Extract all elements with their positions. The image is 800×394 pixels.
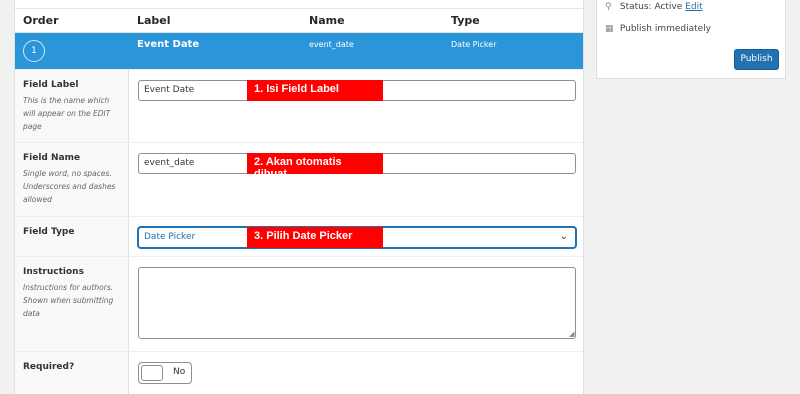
instructions-heading: Instructions [23, 267, 84, 277]
setting-label-column: Field Label This is the name which will … [15, 70, 129, 142]
setting-label-column: Required? [15, 352, 129, 394]
field-name-description: Single word, no spaces. Underscores and … [23, 169, 116, 204]
field-type-value: Date Picker [144, 232, 196, 242]
setting-label-column: Field Name Single word, no spaces. Under… [15, 143, 129, 216]
fields-table-header: Order Label Name Type [15, 8, 583, 33]
field-label-description: This is the name which will appear on th… [23, 96, 111, 131]
setting-required: Required? [15, 351, 583, 394]
column-type: Type [451, 14, 480, 27]
field-row-type: Date Picker [451, 40, 497, 49]
field-row-name: event_date [309, 40, 354, 49]
instructions-textarea[interactable] [138, 267, 576, 339]
publish-status: ⚲ Status: Active Edit [605, 2, 703, 12]
publish-box: ⚲ Status: Active Edit ▦ Publish immediat… [596, 0, 786, 79]
toggle-knob[interactable] [141, 365, 163, 381]
toggle-text: No [173, 367, 186, 377]
setting-label-column: Instructions Instructions for authors. S… [15, 257, 129, 351]
field-type-heading: Field Type [23, 227, 75, 237]
field-order-badge[interactable]: 1 [23, 40, 45, 62]
status-edit-link[interactable]: Edit [685, 2, 702, 12]
field-label-heading: Field Label [23, 80, 79, 90]
setting-field-type: Field Type Date Picker ⌄ 3. Pilih Date P… [15, 216, 583, 256]
instructions-description: Instructions for authors. Shown when sub… [23, 283, 114, 318]
publish-button[interactable]: Publish [734, 49, 779, 70]
annotation-field-label: 1. Isi Field Label [247, 80, 383, 101]
field-row-label[interactable]: Event Date [137, 39, 199, 50]
required-heading: Required? [23, 362, 75, 372]
chevron-down-icon[interactable]: ⌄ [560, 231, 568, 242]
setting-label-column: Field Type [15, 217, 129, 256]
column-label: Label [137, 14, 171, 27]
field-row-event-date[interactable]: 1 Event Date event_date Date Picker [15, 33, 583, 69]
column-order: Order [23, 14, 59, 27]
publish-schedule-text: Publish immediately [619, 24, 712, 34]
publish-schedule: ▦ Publish immediately [605, 24, 711, 34]
annotation-field-type: 3. Pilih Date Picker [247, 227, 383, 248]
setting-field-label: Field Label This is the name which will … [15, 69, 583, 142]
column-name: Name [309, 14, 345, 27]
annotation-field-name: 2. Akan otomatis dibuat [247, 153, 383, 180]
field-name-heading: Field Name [23, 153, 81, 163]
publish-status-text: Status: Active [619, 2, 683, 12]
field-panel: Order Label Name Type 1 Event Date event… [14, 0, 584, 394]
pin-icon: ⚲ [605, 2, 612, 12]
required-toggle[interactable]: No [138, 362, 192, 384]
calendar-icon: ▦ [605, 24, 614, 34]
setting-field-name: Field Name Single word, no spaces. Under… [15, 142, 583, 216]
